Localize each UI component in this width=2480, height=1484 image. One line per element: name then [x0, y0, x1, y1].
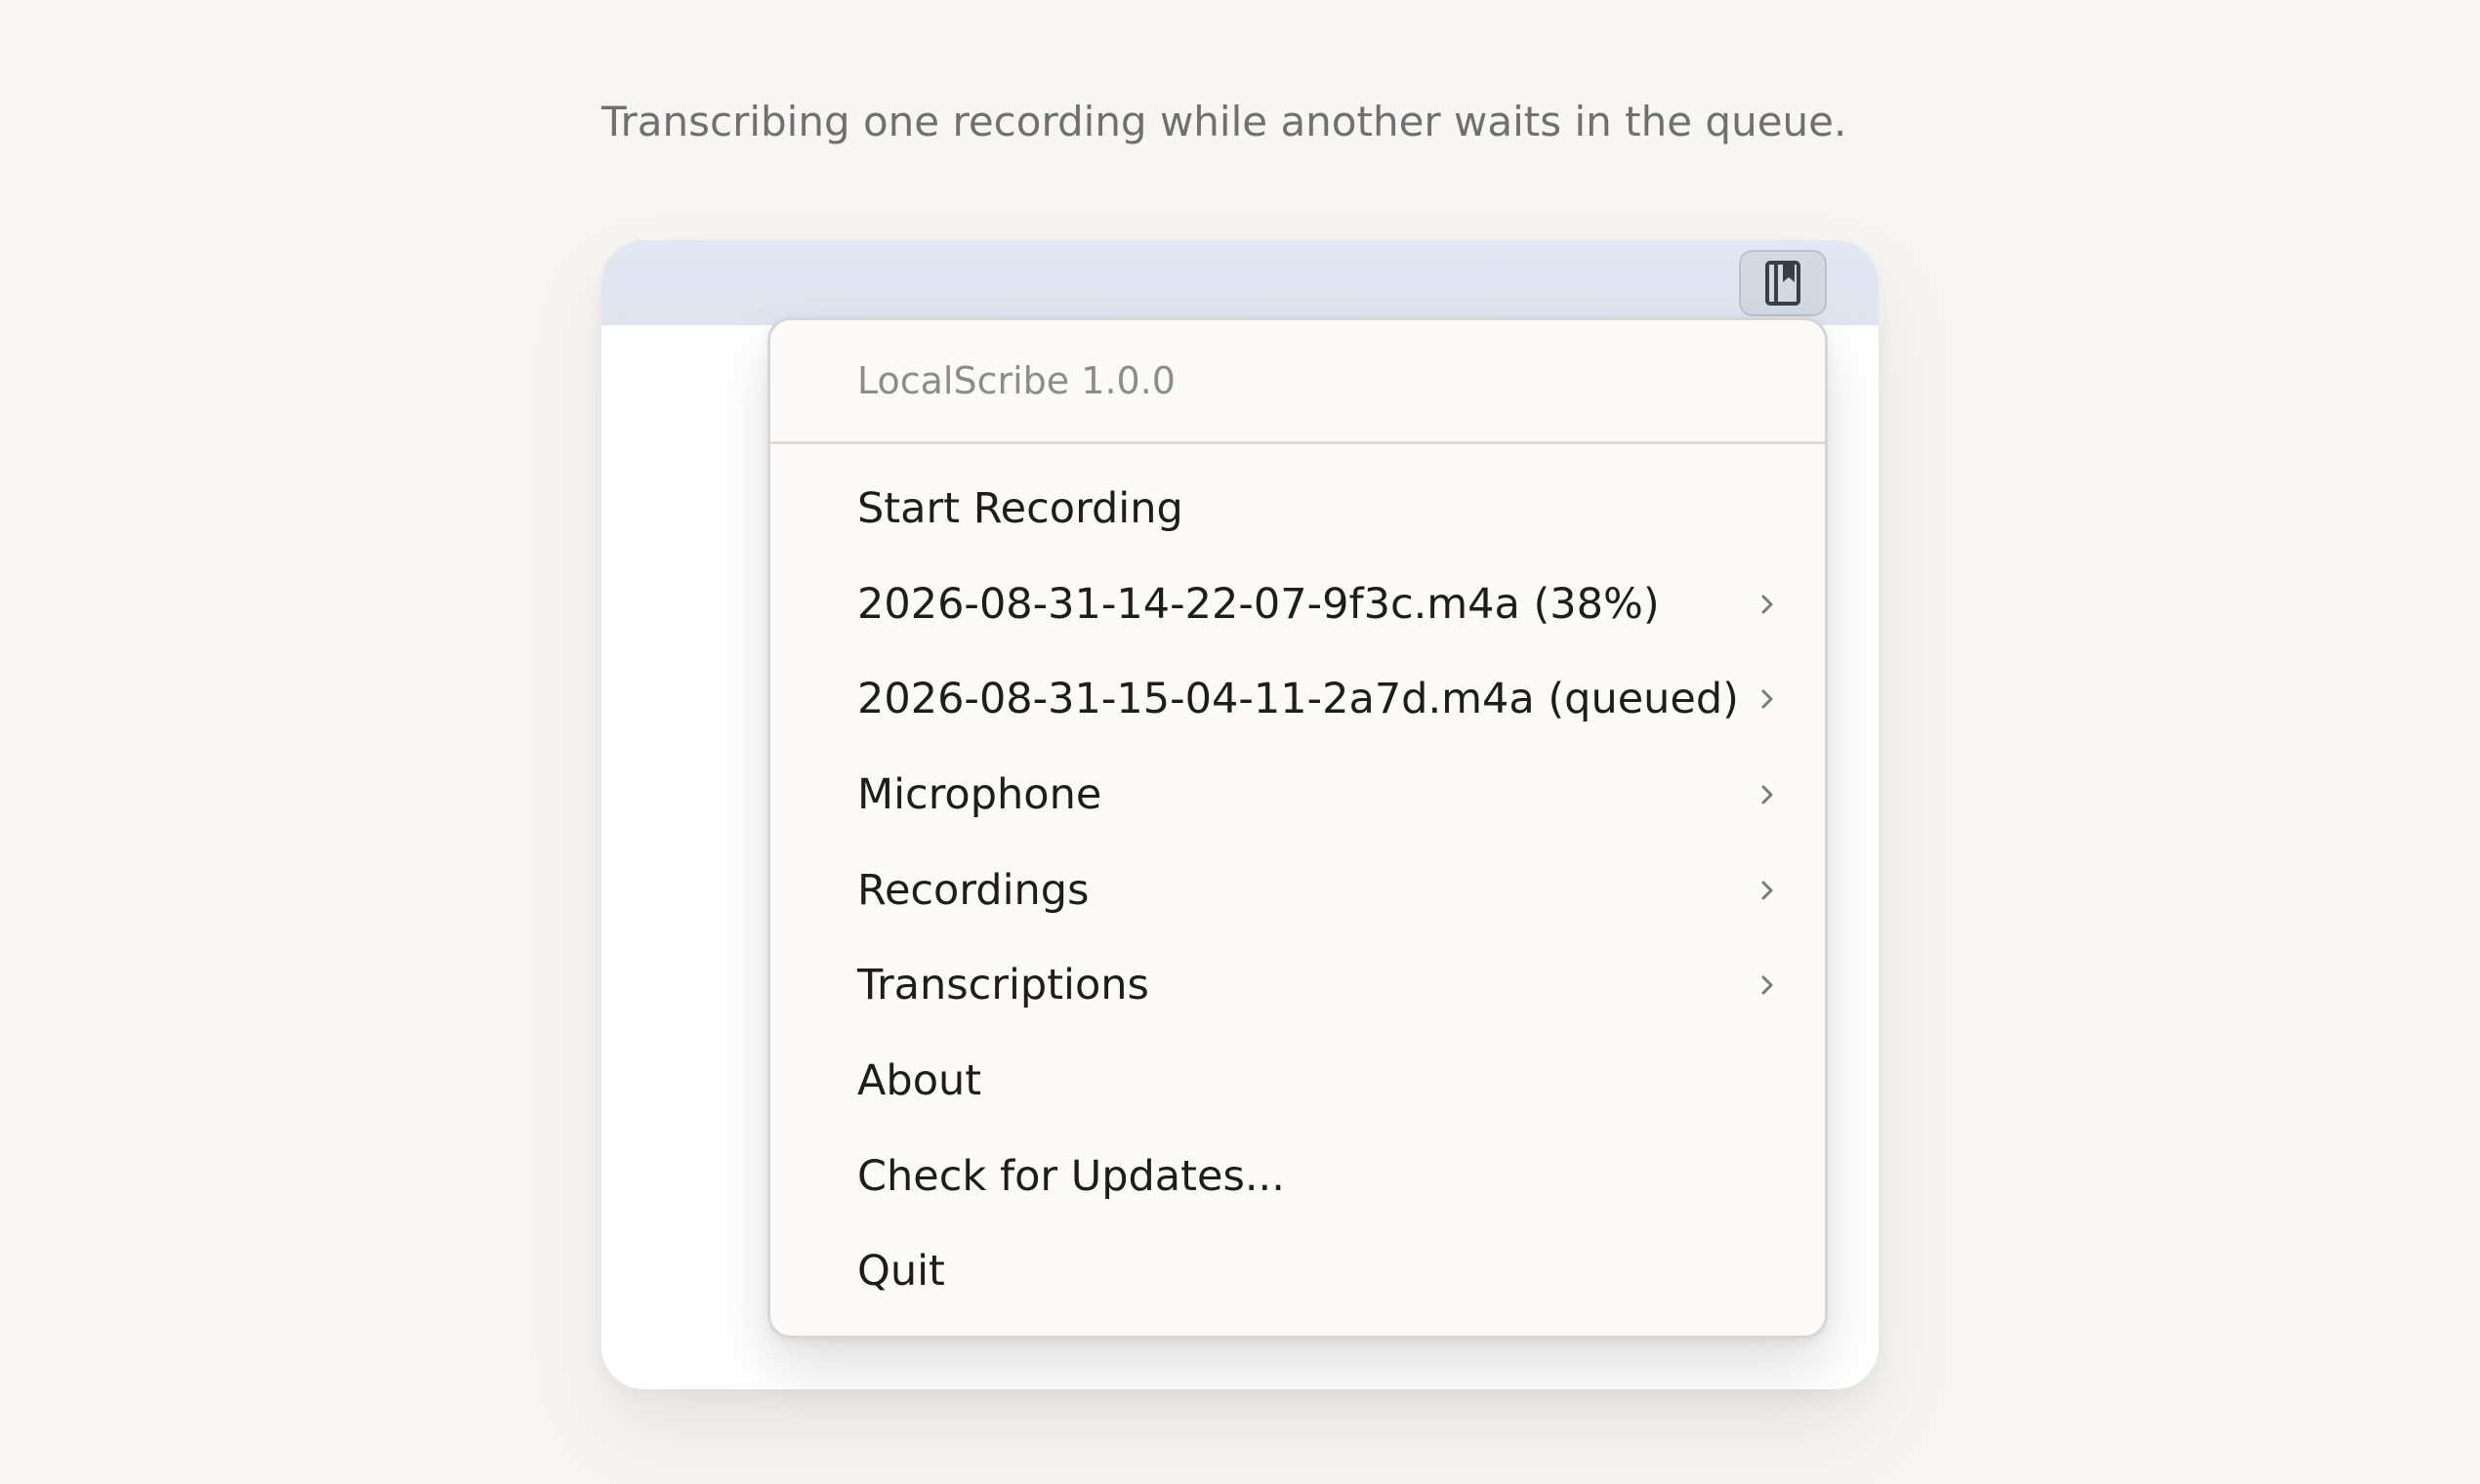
menu-item-microphone[interactable]: Microphone [770, 747, 1825, 843]
menu-item-label: 2026-08-31-14-22-07-9f3c.m4a (38%) [857, 579, 1660, 629]
chevron-right-icon [1757, 784, 1778, 805]
menu-item-label: About [857, 1055, 982, 1105]
tray-dropdown-menu: LocalScribe 1.0.0 Start Recording 2026-0… [767, 317, 1828, 1339]
menu-bar [601, 240, 1879, 325]
menu-item-check-for-updates[interactable]: Check for Updates... [770, 1129, 1825, 1224]
menu-item-recordings[interactable]: Recordings [770, 843, 1825, 938]
menu-item-label: Check for Updates... [857, 1151, 1285, 1201]
page-caption: Transcribing one recording while another… [601, 98, 1847, 145]
menu-item-label: Quit [857, 1247, 945, 1297]
menu-item-label: Microphone [857, 769, 1102, 819]
menu-item-label: Recordings [857, 865, 1090, 915]
menu-item-label: Transcriptions [857, 961, 1149, 1010]
tray-menu-button[interactable] [1739, 250, 1827, 316]
app-version-header: LocalScribe 1.0.0 [770, 320, 1825, 444]
menu-item-transcriptions[interactable]: Transcriptions [770, 937, 1825, 1033]
menu-item-list: Start Recording 2026-08-31-14-22-07-9f3c… [770, 444, 1825, 1319]
chevron-right-icon [1757, 880, 1778, 901]
menu-item-label: 2026-08-31-15-04-11-2a7d.m4a (queued) [857, 675, 1739, 724]
menu-item-about[interactable]: About [770, 1033, 1825, 1129]
chevron-right-icon [1757, 974, 1778, 996]
chevron-right-icon [1757, 594, 1778, 615]
menu-item-start-recording[interactable]: Start Recording [770, 461, 1825, 556]
menu-item-recording-transcribing[interactable]: 2026-08-31-14-22-07-9f3c.m4a (38%) [770, 556, 1825, 652]
chevron-right-icon [1757, 688, 1778, 710]
notebook-bookmark-icon [1765, 261, 1800, 306]
menu-item-recording-queued[interactable]: 2026-08-31-15-04-11-2a7d.m4a (queued) [770, 651, 1825, 747]
menu-item-quit[interactable]: Quit [770, 1224, 1825, 1320]
menu-item-label: Start Recording [857, 483, 1183, 533]
